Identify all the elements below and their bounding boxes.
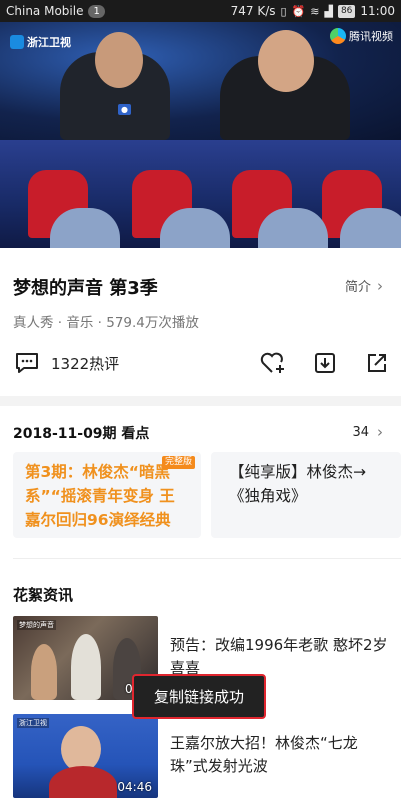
thumbnail-logo: 浙江卫视 [17, 718, 49, 728]
chevron-right-icon: › [377, 276, 383, 295]
mic-flag: ● [118, 104, 131, 115]
intro-link[interactable]: 简介 › [344, 276, 383, 296]
action-bar: 1322热评 [13, 348, 391, 378]
clock: 11:00 [360, 4, 395, 18]
host-head-right [258, 30, 314, 92]
episode-heading: 2018-11-09期 看点 [13, 426, 150, 442]
comments-button[interactable]: 1322热评 [13, 349, 259, 377]
episode-count: 34 [352, 424, 369, 440]
performer-figure [31, 644, 57, 700]
favorite-add-icon[interactable] [259, 349, 287, 377]
show-meta: 真人秀 · 音乐 · 579.4万次播放 [13, 315, 199, 331]
carrier-name: China Mobile [6, 4, 84, 18]
network-speed: 747 K/s [230, 4, 276, 18]
vibrate-icon: ▯ [280, 4, 287, 18]
video-player[interactable]: ● 浙江卫视 腾讯视频 [0, 22, 401, 248]
wifi-icon: ≋ [310, 4, 320, 18]
video-duration: 04:46 [117, 780, 152, 794]
show-title: 梦想的声音 第3季 [13, 278, 158, 299]
comments-count: 1322热评 [51, 354, 120, 373]
host-head-left [95, 32, 143, 88]
episode-count-link[interactable]: 34 › [352, 423, 383, 441]
tencent-video-icon [330, 28, 346, 44]
download-icon[interactable] [311, 349, 339, 377]
news-item-title[interactable]: 王嘉尔放大招！林俊杰“七龙珠”式发射光波 [170, 732, 388, 778]
chevron-right-icon: › [377, 423, 383, 441]
episode-card-title: 【纯享版】林俊杰→《独角戏》 [229, 463, 366, 505]
section-divider [0, 396, 401, 406]
share-icon[interactable] [363, 349, 391, 377]
news-heading: 花絮资讯 [13, 586, 74, 604]
episode-card[interactable]: 第3期：林俊杰“暗黑系”“摇滚青年变身 王嘉尔回归96演绎经典 完整版 [13, 452, 201, 538]
episode-card[interactable]: 【纯享版】林俊杰→《独角戏》 [211, 452, 401, 538]
list-separator [13, 558, 401, 559]
comment-icon [13, 349, 41, 377]
alarm-icon: ⏰ [291, 4, 306, 18]
performer-figure [49, 766, 117, 798]
channel-logo: 浙江卫视 [10, 34, 71, 50]
app-logo: 腾讯视频 [330, 28, 393, 44]
status-bar: China Mobile 1 747 K/s ▯ ⏰ ≋ ▟ 86 11:00 [0, 0, 401, 22]
full-version-badge: 完整版 [161, 456, 195, 469]
performer-figure [71, 634, 101, 700]
signal-icon: ▟ [324, 4, 333, 18]
intro-label: 简介 [344, 280, 371, 295]
episode-card-title: 第3期：林俊杰“暗黑系”“摇滚青年变身 王嘉尔回归96演绎经典 [25, 463, 175, 529]
channel-logo-icon [10, 35, 24, 49]
battery-level: 86 [337, 4, 356, 18]
thumbnail-logo: 梦想的声音 [17, 620, 56, 630]
copy-link-toast: 复制链接成功 [132, 674, 266, 719]
news-thumbnail[interactable]: 浙江卫视 04:46 [13, 714, 158, 798]
sim-slot-badge: 1 [88, 4, 105, 18]
